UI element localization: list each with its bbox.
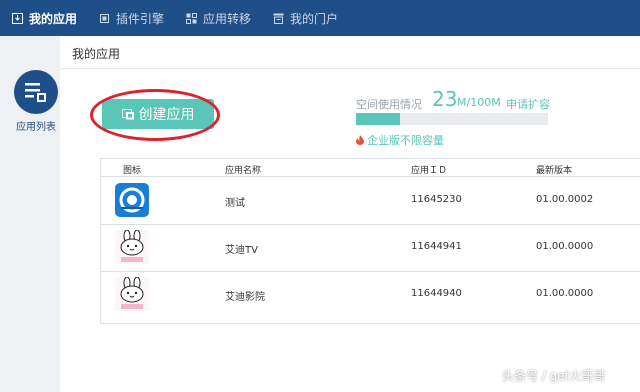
new-app-icon: [121, 108, 134, 119]
header-latest-version: 最新版本: [536, 166, 573, 176]
main-panel: 我的应用 创建应用 空间使用情况 23 M/100M 申请扩容 企业版不限容量 …: [60, 36, 640, 392]
space-used-value: 23: [432, 87, 458, 111]
app-version: 01.00.0000: [536, 241, 594, 252]
flame-icon: [356, 135, 364, 145]
table-row[interactable]: 艾迪TV 11644941 01.00.0000: [101, 225, 640, 272]
sidebar-item-label: 应用列表: [16, 122, 56, 133]
table-header: 图标 应用名称 应用ＩＤ 最新版本: [101, 159, 640, 177]
apps-table: 图标 应用名称 应用ＩＤ 最新版本 测试 11645230 01.00.0002: [100, 158, 640, 324]
download-box-icon: [12, 12, 23, 24]
header-icon: 图标: [123, 166, 142, 176]
nav-app-transfer-label: 应用转移: [203, 11, 252, 26]
rabbit-app-icon: [115, 277, 149, 311]
app-id: 11645230: [411, 194, 462, 205]
nav-my-portal[interactable]: 我的门户: [273, 10, 338, 27]
enterprise-note-text: 企业版不限容量: [367, 134, 444, 147]
space-usage-fill: [356, 113, 400, 125]
frame-icon: [100, 13, 110, 23]
transfer-icon: [186, 12, 198, 24]
portal-icon: [273, 13, 284, 24]
app-list-icon: [14, 70, 58, 114]
nav-app-transfer[interactable]: 应用转移: [186, 10, 251, 27]
table-row[interactable]: 测试 11645230 01.00.0002: [101, 178, 640, 225]
blue-app-icon: [115, 183, 149, 217]
page-title: 我的应用: [72, 47, 121, 61]
watermark: 头条号 / get火哥哥: [502, 369, 606, 383]
sidebar-item-app-list[interactable]: 应用列表: [6, 70, 66, 133]
app-version: 01.00.0000: [536, 288, 594, 299]
app-name: 艾迪影院: [225, 292, 265, 303]
app-name: 艾迪TV: [225, 245, 258, 256]
create-app-button[interactable]: 创建应用: [102, 99, 214, 129]
app-id: 11644941: [411, 241, 462, 252]
app-id: 11644940: [411, 288, 462, 299]
table-row[interactable]: 艾迪影院 11644940 01.00.0000: [101, 272, 640, 319]
header-app-name: 应用名称: [225, 166, 262, 176]
nav-plugin-engine[interactable]: 插件引擎: [99, 10, 164, 27]
header-app-id: 应用ＩＤ: [411, 166, 448, 176]
nav-my-apps[interactable]: 我的应用: [12, 10, 77, 27]
rabbit-app-icon: [115, 230, 149, 264]
app-name: 测试: [225, 198, 245, 209]
expand-storage-link[interactable]: 申请扩容: [506, 96, 550, 112]
app-version: 01.00.0002: [536, 194, 594, 205]
enterprise-note[interactable]: 企业版不限容量: [356, 132, 444, 148]
space-usage-label: 空间使用情况: [356, 98, 422, 111]
nav-my-portal-label: 我的门户: [290, 11, 339, 26]
nav-plugin-engine-label: 插件引擎: [116, 11, 165, 26]
title-divider: [60, 68, 640, 69]
nav-my-apps-label: 我的应用: [29, 11, 78, 26]
space-unit: M/100M: [457, 96, 501, 109]
top-nav: 我的应用 插件引擎 应用转移 我的门户: [0, 0, 640, 36]
create-app-label: 创建应用: [138, 107, 195, 123]
